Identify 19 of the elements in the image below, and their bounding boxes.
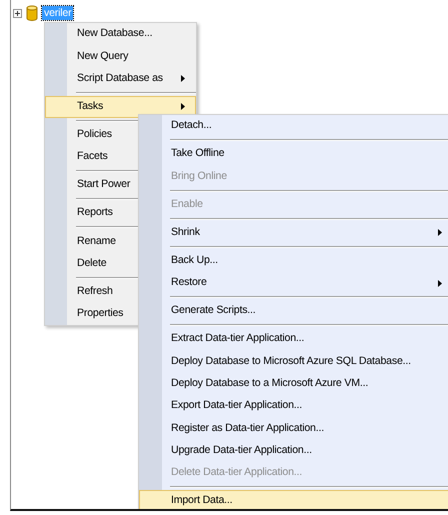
menu-item[interactable]: Deploy Database to a Microsoft Azure VM... <box>139 372 448 396</box>
menu-item[interactable]: Back Up... <box>139 250 448 272</box>
expand-icon[interactable] <box>13 8 22 18</box>
menu-item[interactable]: Detach... <box>139 115 448 138</box>
menu-item[interactable]: New Database... <box>45 23 196 46</box>
menu-item[interactable]: Take Offline <box>139 143 448 166</box>
menu-item[interactable]: Upgrade Data-tier Application... <box>139 440 448 462</box>
menu-item[interactable]: New Query <box>45 45 196 68</box>
menu-item[interactable]: Export Data-tier Application... <box>139 395 448 418</box>
menu-item[interactable]: Extract Data-tier Application... <box>139 328 448 350</box>
menu-item[interactable]: Register as Data-tier Application... <box>139 417 448 440</box>
menu-item[interactable]: Restore <box>139 272 448 294</box>
menu-item[interactable]: Shrink <box>139 222 448 244</box>
menu-item[interactable]: Generate Scripts... <box>139 300 448 322</box>
menu-item[interactable]: Tasks <box>45 96 196 118</box>
menu-item[interactable]: Deploy Database to Microsoft Azure SQL Database... <box>139 350 448 373</box>
menu-item[interactable]: Script Database as <box>45 68 196 90</box>
database-icon <box>26 5 38 21</box>
menu-item[interactable]: Import Data... <box>139 490 448 509</box>
